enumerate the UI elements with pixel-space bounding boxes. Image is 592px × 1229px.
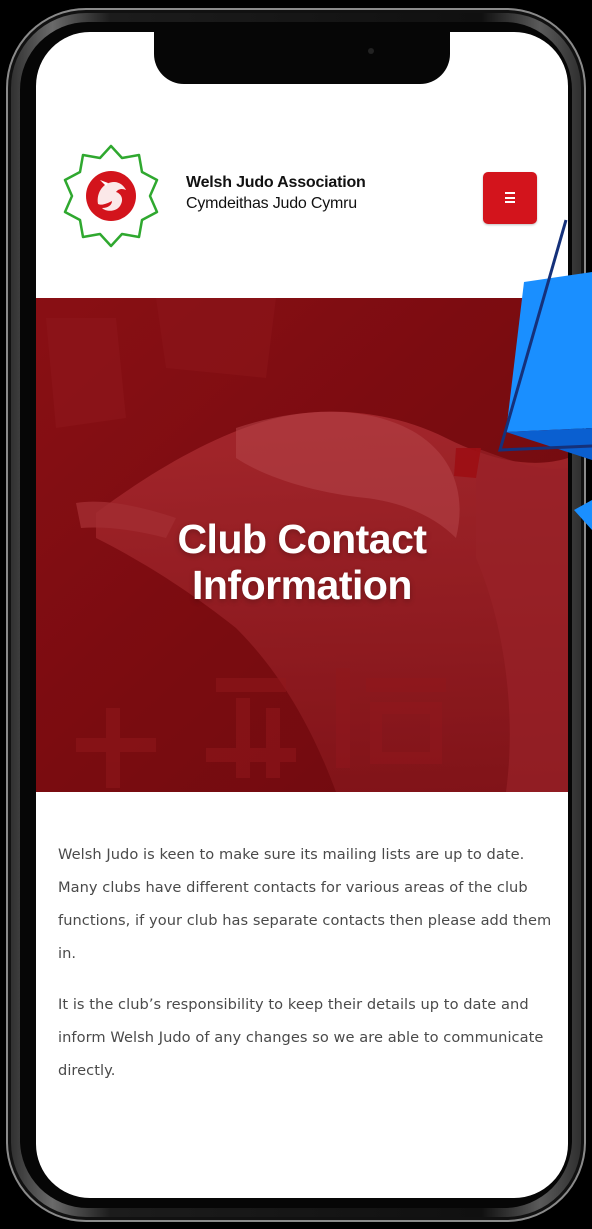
phone-screen: Welsh Judo Association Cymdeithas Judo C… [36,32,568,1198]
brand-name-welsh: Cymdeithas Judo Cymru [186,195,357,212]
intro-paragraph: Welsh Judo is keen to make sure its mail… [58,846,552,962]
intro-content: Welsh Judo is keen to make sure its mail… [58,838,554,1105]
brand-text[interactable]: Welsh Judo Association Cymdeithas Judo C… [186,172,366,214]
page-title-line2: Information [192,562,412,608]
wja-logo[interactable] [56,142,166,252]
brand-name-english: Welsh Judo Association [186,174,366,191]
dragon-logo-icon [63,144,159,248]
blue-decorative-shape [497,219,592,530]
camera-dot [368,48,374,54]
phone-notch [154,32,450,84]
hamburger-menu-icon [505,192,515,203]
responsibility-paragraph: It is the club’s responsibility to keep … [58,996,544,1079]
